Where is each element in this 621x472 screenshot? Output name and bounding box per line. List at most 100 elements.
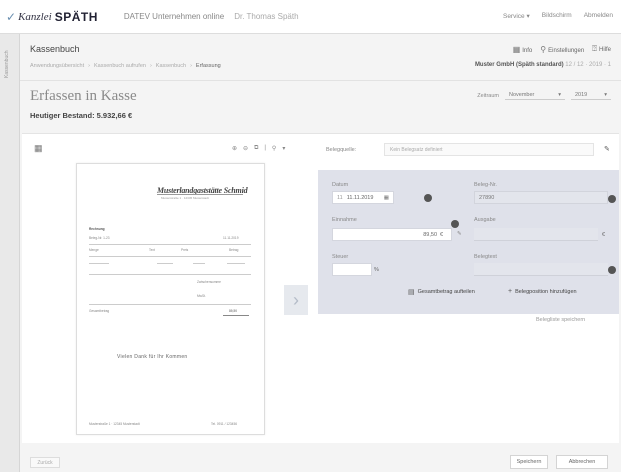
einnahme-label: Einnahme — [332, 217, 357, 223]
receipt-address: Musterstraße 1 · 12345 Musterstadt — [161, 196, 209, 200]
add-position-button[interactable]: + Belegposition hinzufügen — [508, 288, 577, 295]
breadcrumb: Anwendungsübersicht › Kassenbuch aufrufen… — [30, 63, 221, 69]
belegtext-field[interactable] — [474, 263, 608, 276]
marker-dot — [608, 266, 616, 274]
belegnr-label: Beleg-Nr. — [474, 182, 497, 188]
receipt-rule — [89, 274, 251, 275]
app-title: Kassenbuch — [30, 44, 80, 54]
user-name: Dr. Thomas Späth — [234, 12, 299, 21]
cancel-button[interactable]: Abbrechen — [556, 455, 608, 469]
receipt-total-rule — [223, 315, 249, 316]
receipt-footer-address: Musterstraße 1 · 12345 Musterstadt — [89, 422, 140, 426]
save-button[interactable]: Speichern — [510, 455, 548, 469]
year-select[interactable]: 2019 ▾ — [571, 91, 611, 100]
breadcrumb-item[interactable]: Anwendungsübersicht — [30, 63, 84, 69]
receipt-item-line — [157, 263, 173, 264]
month-select[interactable]: November ▾ — [505, 91, 565, 100]
entry-form: Datum 11 11.11.2019 ▦ Einnahme 89,50 € ✎… — [318, 170, 619, 314]
header-actions: ▦ Info ⚲ Einstellungen ⍰ Hilfe — [513, 44, 611, 54]
chevron-down-icon[interactable]: ▾ — [282, 145, 285, 152]
logo-kanzlei: Kanzlei — [18, 10, 52, 23]
receipt-rule — [89, 304, 251, 305]
receipt-item-line — [227, 263, 245, 264]
logo-swoosh-icon: ✓ — [6, 9, 17, 24]
receipt-col-text: Text — [149, 248, 155, 252]
receipt-preview[interactable]: Musterlandgaststätte Schmid Musterstraße… — [76, 163, 265, 435]
receipt-rule — [89, 244, 251, 245]
marker-dot — [608, 195, 616, 203]
receipt-thanks: Vielen Dank für Ihr Kommen — [117, 354, 188, 360]
page-title: Erfassen in Kasse — [30, 88, 137, 104]
belegquelle-input[interactable]: Kein Belegsatz definiert — [384, 143, 594, 156]
settings-button[interactable]: ⚲ Einstellungen — [540, 45, 584, 54]
breadcrumb-current: Erfassung — [195, 63, 221, 69]
ausgabe-unit: € — [602, 232, 606, 238]
receipt-item-line — [89, 263, 109, 264]
document-toolbar: ⊕ ⊖ ⧉ | ⚲ ▾ — [232, 145, 285, 152]
receipt-rule — [89, 256, 251, 257]
help-button[interactable]: ⍰ Hilfe — [592, 44, 611, 54]
left-sidebar: Kassenbuch — [0, 34, 20, 472]
product-name: DATEV Unternehmen online — [123, 12, 225, 21]
breadcrumb-item[interactable]: Kassenbuch aufrufen — [94, 63, 146, 69]
receipt-vat: MwSt. — [197, 294, 206, 298]
belegquelle-label: Belegquelle: — [326, 147, 357, 153]
wrench-icon[interactable]: ⚲ — [272, 145, 276, 152]
company-selector[interactable]: Muster GmbH (Späth standard) 12 / 12 · 2… — [475, 62, 611, 68]
receipt-total-label: Gesamtbetrag — [89, 309, 110, 313]
pencil-icon[interactable]: ✎ — [604, 145, 610, 153]
next-arrow-button[interactable]: › — [284, 285, 308, 315]
steuer-unit: % — [374, 267, 379, 273]
logo-spaeth: SPÄTH — [54, 9, 98, 24]
ausgabe-field[interactable] — [474, 228, 598, 241]
period-label: Zeitraum — [477, 92, 499, 99]
steuer-field[interactable] — [332, 263, 372, 276]
save-receipt-list-link[interactable]: Belegliste speichern — [536, 317, 585, 323]
receipt-date: 11.11.2019 — [223, 236, 239, 240]
calendar-icon[interactable]: ▦ — [34, 143, 43, 154]
receipt-heading: Rechnung — [89, 227, 105, 231]
pages-icon[interactable]: ⧉ — [254, 145, 258, 152]
belegnr-field[interactable]: 27890 — [474, 191, 608, 204]
zoom-out-icon[interactable]: ⊖ — [243, 145, 248, 152]
belegtext-label: Belegtext — [474, 254, 497, 260]
chevron-down-icon: ▾ — [604, 92, 607, 98]
split-total-button[interactable]: ▤ Gesamtbetrag aufteilen — [408, 288, 475, 296]
info-icon: ▦ — [512, 44, 521, 54]
split-icon: ▤ — [408, 289, 415, 296]
receipt-total: 89,50 — [229, 309, 237, 313]
datum-label: Datum — [332, 182, 349, 188]
receipt-col-preis: Preis — [181, 248, 189, 252]
top-bar: ✓ Kanzlei SPÄTH DATEV Unternehmen online… — [0, 0, 621, 34]
receipt-col-menge: Menge — [89, 248, 99, 252]
calculator-icon[interactable]: ✎ — [457, 231, 462, 237]
datum-field[interactable]: 11 11.11.2019 ▦ — [332, 191, 394, 204]
receipt-item-line — [193, 263, 205, 264]
current-balance: Heutiger Bestand: 5.932,66 € — [30, 111, 133, 120]
back-button[interactable]: Zurück — [30, 457, 60, 468]
chevron-right-icon: › — [293, 289, 299, 310]
link-bildschirm[interactable]: Bildschirm — [542, 12, 572, 20]
receipt-col-betrag: Betrag — [229, 248, 239, 252]
sidebar-tab-kassenbuch[interactable]: Kassenbuch — [4, 44, 16, 84]
receipt-title-rule — [157, 194, 243, 195]
receipt-subtotal: Zwischensumme — [197, 280, 221, 284]
receipt-footer-phone: Tel. 0911 / 123456 — [211, 422, 237, 426]
breadcrumb-item[interactable]: Kassenbuch — [156, 63, 186, 69]
logo[interactable]: ✓ Kanzlei SPÄTH — [6, 10, 98, 24]
chevron-down-icon: ▾ — [558, 92, 561, 98]
steuer-label: Steuer — [332, 254, 349, 260]
marker-dot — [424, 194, 432, 202]
einnahme-field[interactable]: 89,50 — [332, 228, 452, 241]
period-selector: Zeitraum November ▾ 2019 ▾ — [477, 91, 611, 100]
divider — [20, 80, 621, 81]
info-button[interactable]: ▦ Info — [513, 45, 533, 54]
link-abmelden[interactable]: Abmelden — [584, 12, 613, 20]
marker-dot — [451, 220, 459, 228]
calendar-icon[interactable]: ▦ — [384, 195, 389, 201]
zoom-in-icon[interactable]: ⊕ — [232, 145, 237, 152]
link-service[interactable]: Service ▾ — [503, 12, 530, 20]
ausgabe-label: Ausgabe — [474, 217, 496, 223]
receipt-number: Beleg-Nr. 1-23 — [89, 236, 110, 240]
help-icon: ⍰ — [592, 44, 597, 53]
